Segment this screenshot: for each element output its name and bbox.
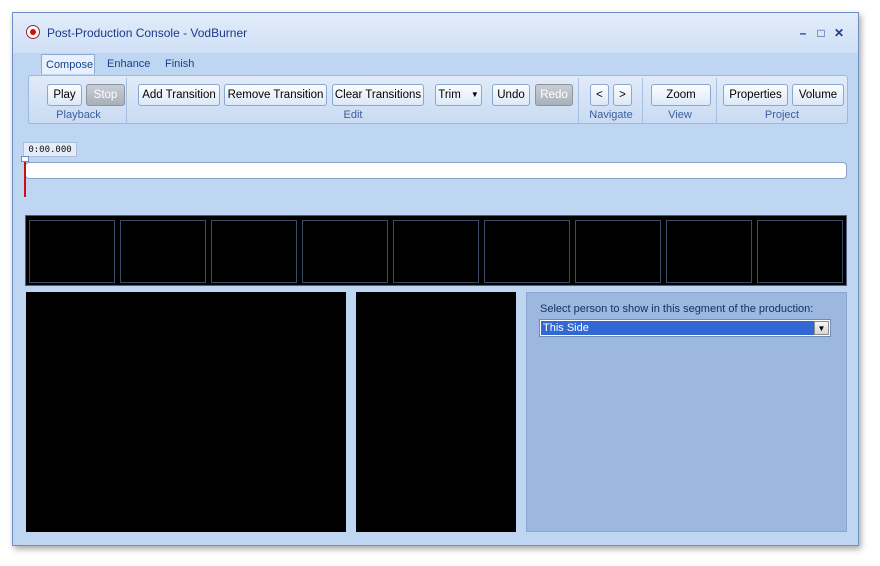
group-label-project: Project	[764, 109, 800, 121]
thumbnail-strip	[25, 215, 847, 286]
remove-transition-button[interactable]: Remove Transition	[224, 84, 327, 106]
chevron-down-icon[interactable]: ▼	[814, 321, 829, 335]
group-edit: Add Transition Remove Transition Clear T…	[128, 78, 579, 123]
stop-button[interactable]: Stop	[86, 84, 125, 106]
ribbon: Play Stop Playback Add Transition Remove…	[28, 75, 848, 124]
thumbnail-frame[interactable]	[211, 220, 297, 283]
thumbnail-frame[interactable]	[29, 220, 115, 283]
group-label-edit: Edit	[343, 109, 363, 121]
timecode-display: 0:00.000	[23, 142, 77, 157]
title-bar: Post-Production Console - VodBurner – □ …	[13, 13, 858, 53]
record-icon	[26, 25, 40, 39]
maximize-icon[interactable]: □	[814, 26, 828, 40]
zoom-button[interactable]: Zoom	[651, 84, 711, 106]
group-project: Properties Volume Project	[718, 78, 846, 123]
redo-button[interactable]: Redo	[535, 84, 573, 106]
trim-dropdown[interactable]: Trim ▼	[435, 84, 482, 106]
thumbnail-frame[interactable]	[575, 220, 661, 283]
group-playback: Play Stop Playback	[31, 78, 127, 123]
group-navigate: < > Navigate	[580, 78, 643, 123]
group-view: Zoom View	[644, 78, 717, 123]
thumbnail-frame[interactable]	[484, 220, 570, 283]
undo-button[interactable]: Undo	[492, 84, 530, 106]
next-button[interactable]: >	[613, 84, 632, 106]
thumbnail-frame[interactable]	[120, 220, 206, 283]
close-icon[interactable]: ✕	[832, 26, 846, 40]
properties-button[interactable]: Properties	[723, 84, 788, 106]
window-title: Post-Production Console - VodBurner	[47, 26, 248, 40]
segment-properties-panel: Select person to show in this segment of…	[526, 292, 847, 532]
person-select-label: Select person to show in this segment of…	[540, 303, 814, 315]
tab-compose[interactable]: Compose	[41, 54, 95, 74]
previous-button[interactable]: <	[590, 84, 609, 106]
thumbnail-frame[interactable]	[393, 220, 479, 283]
minimize-icon[interactable]: –	[796, 26, 810, 40]
group-label-navigate: Navigate	[589, 109, 633, 121]
thumbnail-frame[interactable]	[302, 220, 388, 283]
person-select-value: This Side	[541, 321, 814, 335]
tab-finish[interactable]: Finish	[161, 54, 201, 74]
video-preview-main	[26, 292, 346, 532]
thumbnail-frame[interactable]	[666, 220, 752, 283]
chevron-down-icon: ▼	[470, 90, 479, 99]
volume-button[interactable]: Volume	[792, 84, 844, 106]
thumbnail-frame[interactable]	[757, 220, 843, 283]
group-label-view: View	[668, 109, 692, 121]
play-button[interactable]: Play	[47, 84, 82, 106]
person-select[interactable]: This Side ▼	[539, 319, 831, 337]
video-preview-secondary	[356, 292, 516, 532]
group-label-playback: Playback	[56, 109, 101, 121]
playhead-handle[interactable]	[21, 156, 29, 162]
timeline-track[interactable]	[25, 162, 847, 179]
trim-label: Trim	[438, 89, 461, 102]
clear-transitions-button[interactable]: Clear Transitions	[332, 84, 424, 106]
tab-enhance[interactable]: Enhance	[103, 54, 155, 74]
add-transition-button[interactable]: Add Transition	[138, 84, 220, 106]
app-window: Post-Production Console - VodBurner – □ …	[12, 12, 859, 546]
playhead[interactable]	[24, 157, 26, 197]
